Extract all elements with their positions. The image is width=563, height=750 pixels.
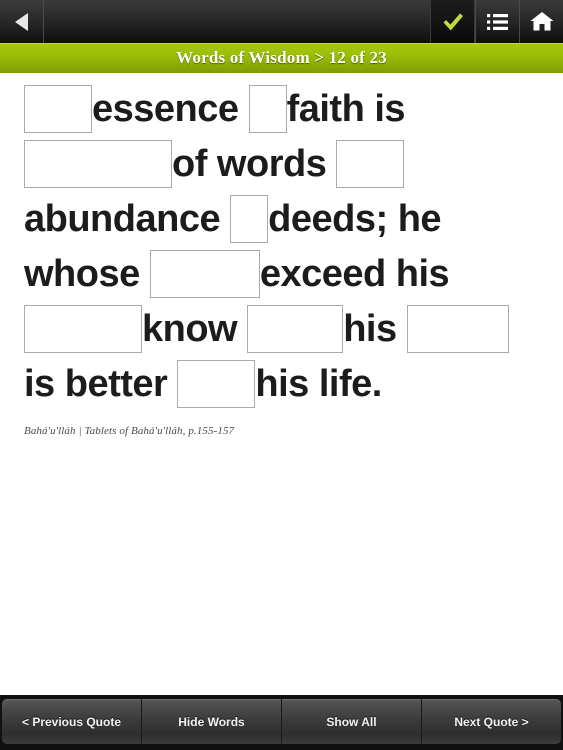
blank-word-box[interactable] [24, 139, 172, 188]
page-title: Words of Wisdom > 12 of 23 [176, 48, 387, 67]
quote-word[interactable]: abundance [24, 200, 230, 238]
home-button[interactable] [519, 0, 563, 43]
quote-word[interactable]: his [343, 310, 406, 348]
hide-words-button[interactable]: Hide Words [142, 699, 282, 744]
app-window: Words of Wisdom > 12 of 23 essence faith… [0, 0, 563, 750]
quote-line: of words [24, 136, 563, 191]
button-label: Next Quote > [454, 714, 529, 729]
next-quote-button[interactable]: Next Quote > [422, 699, 561, 744]
quote-word[interactable]: exceed his [260, 255, 450, 293]
title-bar: Words of Wisdom > 12 of 23 [0, 43, 563, 73]
blank-word-box[interactable] [336, 139, 405, 188]
quote-line: whose exceed his [24, 246, 563, 301]
quote-word[interactable]: of words [172, 145, 336, 183]
blank-word-box[interactable] [24, 304, 142, 353]
blank-word-box[interactable] [230, 194, 269, 243]
list-button[interactable] [475, 0, 519, 43]
blank-word-box[interactable] [24, 84, 92, 133]
quote-line: abundance deeds; he [24, 191, 563, 246]
quote-line: know his [24, 301, 563, 356]
quote-word[interactable]: his life. [255, 365, 382, 403]
quote-attribution: Bahá'u'lláh | Tablets of Bahá'u'lláh, p.… [24, 425, 235, 437]
top-toolbar [0, 0, 563, 43]
toolbar-spacer [44, 0, 430, 43]
quote-word[interactable]: know [142, 310, 247, 348]
back-button[interactable] [0, 0, 44, 43]
button-label: < Previous Quote [21, 714, 122, 729]
button-label: Hide Words [178, 714, 245, 729]
button-label: Show All [326, 714, 377, 729]
quote-word[interactable]: is better [24, 365, 177, 403]
show-all-button[interactable]: Show All [282, 699, 422, 744]
quote-line: is better his life. [24, 356, 563, 411]
bottom-toolbar: < Previous Quote Hide Words Show All Next Q… [0, 695, 563, 750]
blank-word-box[interactable] [247, 304, 344, 353]
previous-quote-button[interactable]: < Previous Quote [2, 699, 142, 744]
check-button[interactable] [430, 0, 475, 43]
back-arrow-icon [15, 12, 28, 31]
home-icon [530, 12, 553, 31]
quote-word[interactable]: whose [24, 255, 150, 293]
checkmark-icon [443, 13, 463, 30]
list-icon [486, 13, 508, 30]
quote-word[interactable]: deeds; he [268, 200, 441, 238]
blank-word-box[interactable] [406, 304, 509, 353]
quote-word[interactable]: essence [92, 90, 249, 128]
blank-word-box[interactable] [248, 84, 287, 133]
quote-word[interactable]: faith is [287, 90, 406, 128]
quote-line: essence faith is [24, 81, 563, 136]
blank-word-box[interactable] [177, 359, 256, 408]
quote-content-area: essence faith is of words abundance deeds… [0, 73, 563, 695]
blank-word-box[interactable] [149, 249, 260, 298]
quote-fill-in-the-blank: essence faith is of words abundance deeds… [0, 73, 563, 411]
